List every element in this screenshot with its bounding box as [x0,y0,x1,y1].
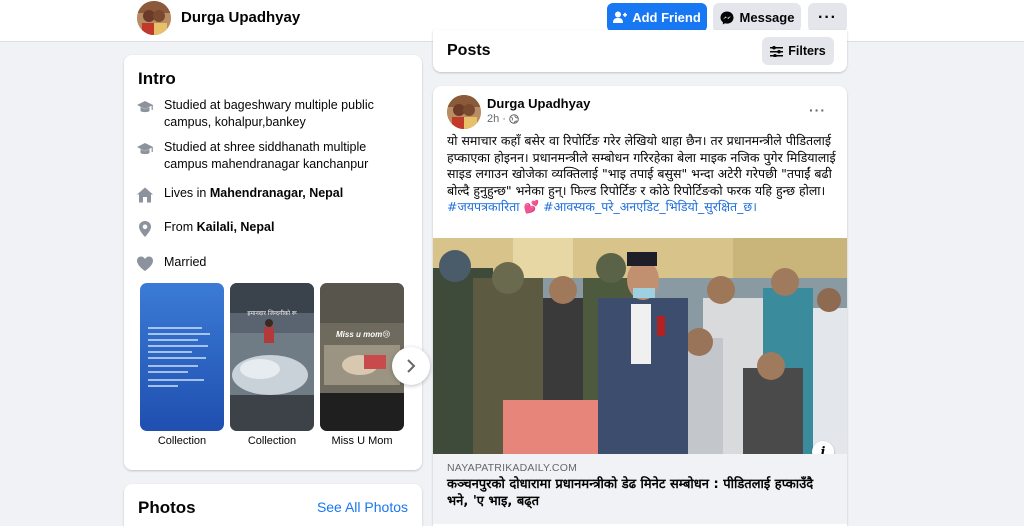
lives-in-link[interactable]: Mahendranagar, Nepal [210,186,343,200]
meta-separator: · [502,113,506,125]
featured-item-3[interactable]: Miss u mom😢 [320,283,404,431]
post-card: Durga Upadhyay 2h · ··· यो समाचार कहाँ ब… [433,86,847,526]
heart-icon [137,256,153,271]
featured-caption: Miss U Mom [331,435,393,447]
posts-header-card: Posts Filters [433,30,847,72]
more-options-button[interactable]: ··· [808,3,847,32]
featured-caption: Collection [157,435,207,447]
intro-title: Intro [138,69,176,88]
chevron-right-icon [407,359,416,373]
link-preview[interactable]: NAYAPATRIKADAILY.COM कञ्चनपुरको दोधारामा… [433,454,847,524]
photos-title: Photos [138,498,196,517]
intro-item-from: From Kailali, Nepal [136,219,406,238]
hashtag-link[interactable]: #जयपत्रकारिता [447,199,520,214]
featured-overlay-text: इमानदार जिन्दगीको रू [247,310,297,317]
post-options-icon[interactable]: ··· [809,102,826,118]
intro-item-education-1: Studied at bageshwary multiple public ca… [136,97,406,131]
intro-item-education-2: Studied at shree siddhanath multiple cam… [136,139,406,173]
filter-sliders-icon [770,45,784,57]
graduation-cap-icon [137,101,153,113]
post-body-text: यो समाचार कहाँ बसेर वा रिपोर्टिङ गरेर ले… [447,133,836,198]
graduation-cap-icon [137,143,153,155]
add-friend-label: Add Friend [632,10,701,25]
link-domain: NAYAPATRIKADAILY.COM [447,462,578,474]
featured-overlay-text: Miss u mom😢 [336,330,391,339]
lives-in-prefix: Lives in [164,186,210,200]
filters-label: Filters [788,44,826,58]
link-title[interactable]: कञ्चनपुरको दोधारामा प्रधानमन्त्रीको डेढ … [447,476,837,510]
intro-item-text: Studied at shree siddhanath multiple cam… [164,140,369,171]
location-pin-icon [139,221,151,237]
add-person-icon [613,11,628,23]
post-meta: 2h · [487,113,519,125]
intro-item-text: Studied at bageshwary multiple public ca… [164,98,374,129]
avatar[interactable] [137,1,171,35]
featured-collections: Collection इमानदार जिन्दगीको रू Collecti… [140,283,408,463]
post-shared-image[interactable] [433,238,847,454]
add-friend-button[interactable]: Add Friend [607,3,707,32]
featured-next-button[interactable] [392,347,430,385]
post-timestamp[interactable]: 2h [487,113,499,125]
featured-caption: Collection [247,435,297,447]
featured-item-2[interactable]: इमानदार जिन्दगीको रू [230,283,314,431]
home-icon [137,187,153,203]
emoji: 💕 [523,199,540,214]
intro-item-lives-in: Lives in Mahendranagar, Nepal [136,185,406,204]
post-author-avatar[interactable] [447,95,481,129]
message-label: Message [739,10,795,25]
from-prefix: From [164,220,197,234]
featured-item-1[interactable] [140,283,224,431]
message-button[interactable]: Message [713,3,801,32]
intro-item-text: Married [164,255,207,269]
profile-name[interactable]: Durga Upadhyay [181,9,300,26]
intro-item-relationship: Married [136,254,406,273]
see-all-photos-link[interactable]: See All Photos [317,499,408,515]
post-author-name[interactable]: Durga Upadhyay [487,96,590,111]
hashtag-link[interactable]: #आवस्यक_परे_अनएडिट_भिडियो_सुरक्षित_छ। [543,199,757,214]
posts-title: Posts [447,42,491,59]
photos-card: Photos See All Photos [124,484,422,526]
filters-button[interactable]: Filters [762,37,834,65]
post-body: यो समाचार कहाँ बसेर वा रिपोर्टिङ गरेर ले… [447,133,839,216]
globe-icon [509,114,519,124]
intro-card: Intro Studied at bageshwary multiple pub… [124,55,422,470]
from-link[interactable]: Kailali, Nepal [197,220,275,234]
messenger-icon [720,11,734,24]
ellipsis-icon: ··· [818,8,837,26]
